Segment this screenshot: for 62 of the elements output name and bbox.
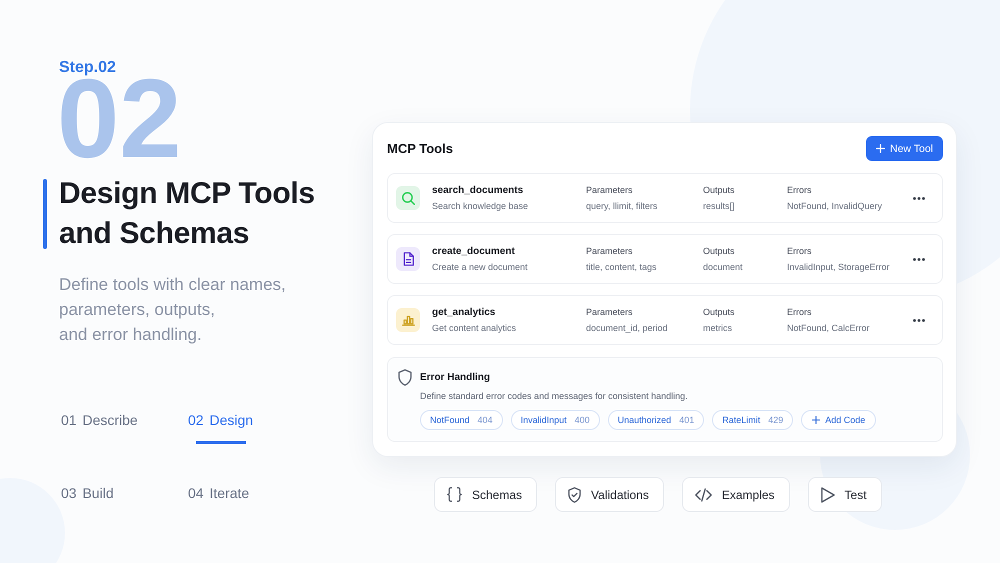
accent-bar — [43, 179, 47, 249]
error-name: RateLimit — [722, 415, 760, 425]
field-label: Outputs — [703, 306, 735, 318]
error-handling-title: Error Handling — [420, 372, 490, 383]
tool-description: Search knowledge base — [432, 200, 528, 212]
field-value: title, content, tags — [586, 261, 657, 273]
field-value: metrics — [703, 322, 732, 334]
schemas-button[interactable]: Schemas — [434, 477, 538, 512]
more-icon[interactable] — [913, 196, 925, 200]
validations-button[interactable]: Validations — [555, 477, 664, 512]
shield-icon — [398, 369, 412, 386]
new-tool-button[interactable]: New Tool — [866, 136, 943, 161]
page-description: Define tools with clear names, parameters, outputs, and error handling. — [59, 274, 286, 346]
field-label: Parameters — [586, 245, 633, 257]
braces-icon — [447, 487, 462, 502]
step-tab[interactable]: 01 Describe — [61, 410, 138, 444]
field-label: Outputs — [703, 245, 735, 257]
error-code: 429 — [768, 415, 784, 425]
step-tab[interactable]: 03 Build — [61, 483, 114, 517]
tool-description: Create a new document — [432, 261, 528, 273]
panel-title: MCP Tools — [387, 141, 453, 156]
error-name: InvalidInput — [520, 415, 567, 425]
error-name: Unauthorized — [618, 415, 672, 425]
tool-name: search_documents — [432, 184, 524, 198]
step-label: Step.02 — [59, 58, 116, 78]
field-label: Parameters — [586, 184, 633, 196]
field-label: Errors — [787, 184, 812, 196]
examples-button[interactable]: Examples — [682, 477, 790, 512]
step-tab[interactable]: 04 Iterate — [188, 483, 250, 517]
field-label: Errors — [787, 306, 812, 318]
large-step-number: 02 — [57, 78, 182, 161]
more-icon[interactable] — [913, 258, 925, 260]
tool-row[interactable]: get_analytics Get content analytics Parameters document_id, period Outputs metrics Errors NotFound, CalcError — [387, 295, 943, 345]
field-value: query, llimit, filters — [586, 200, 658, 212]
tool-row[interactable]: search_documents Search knowledge base Parameters query, llimit, filters Outputs results[] Errors NotFound, InvalidQuery — [387, 173, 943, 223]
more-icon[interactable] — [913, 318, 925, 322]
test-button[interactable]: Test — [808, 477, 882, 512]
field-value: NotFound, InvalidQuery — [787, 200, 882, 212]
field-value: results[] — [703, 200, 735, 212]
error-code: 400 — [574, 415, 590, 425]
tool-name: create_document — [432, 245, 515, 259]
error-code: 404 — [478, 415, 493, 425]
field-label: Errors — [787, 245, 812, 257]
field-value: document_id, period — [586, 322, 668, 334]
tool-description: Get content analytics — [432, 322, 516, 334]
tool-row[interactable]: create_document Create a new document Parameters title, content, tags Outputs document Errors InvalidInput, StorageError — [387, 234, 943, 284]
shield-check-icon — [568, 486, 582, 502]
field-value: InvalidInput, StorageError — [787, 261, 890, 273]
field-value: document — [703, 261, 743, 273]
field-value: NotFound, CalcError — [787, 322, 870, 334]
error-handling-description: Define standard error codes and messages for consistent handling. — [420, 390, 688, 402]
tool-name: get_analytics — [432, 306, 496, 320]
add-code-button[interactable]: Add Code — [801, 410, 876, 430]
plus-icon — [812, 416, 820, 424]
error-name: NotFound — [430, 415, 470, 425]
code-icon — [694, 488, 712, 502]
page-title: Design MCP Tools and Schemas — [59, 176, 316, 252]
plus-icon — [876, 144, 885, 153]
play-icon — [820, 486, 835, 502]
error-code: 401 — [679, 415, 694, 425]
field-label: Outputs — [703, 184, 735, 196]
field-label: Parameters — [586, 306, 633, 318]
